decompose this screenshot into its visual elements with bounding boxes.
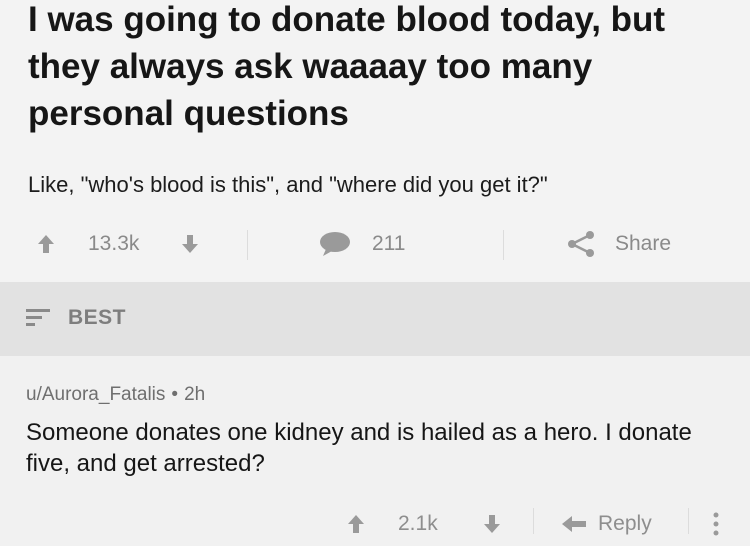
- comment-sort-bar[interactable]: BEST: [0, 282, 750, 356]
- upvote-button[interactable]: [36, 222, 56, 266]
- downvote-arrow-icon: [182, 235, 198, 253]
- post-body: Like, "who's blood is this", and "where …: [28, 172, 548, 197]
- post-score: 13.3k: [88, 232, 140, 255]
- upvote-arrow-icon: [38, 235, 54, 253]
- comment-count: 211: [372, 232, 406, 255]
- comment-item: u/Aurora_Fatalis • 2h Someone donates one …: [0, 356, 750, 536]
- comment-author[interactable]: u/Aurora_Fatalis: [26, 384, 165, 405]
- action-divider: [503, 230, 504, 260]
- post-title[interactable]: I was going to donate blood today, but t…: [28, 0, 728, 137]
- comment-action-bar: 2.1k Reply: [0, 506, 750, 540]
- comment-age: 2h: [184, 384, 206, 405]
- comment-body: Someone donates one kidney and is hailed…: [26, 419, 692, 477]
- reply-button[interactable]: Reply: [560, 502, 652, 546]
- post-action-bar: 13.3k 211 Share: [0, 222, 750, 266]
- meta-separator: •: [171, 384, 179, 405]
- more-vertical-icon: [713, 512, 719, 536]
- post-card: I was going to donate blood today, but t…: [0, 0, 750, 282]
- comment-meta: u/Aurora_Fatalis • 2h: [26, 384, 205, 406]
- action-divider: [688, 508, 689, 534]
- action-divider: [533, 508, 534, 534]
- upvote-arrow-icon: [348, 515, 364, 533]
- downvote-arrow-icon: [484, 515, 500, 533]
- more-options-button[interactable]: [712, 502, 720, 546]
- share-button[interactable]: Share: [565, 222, 671, 266]
- comment-bubble-icon: [320, 232, 350, 256]
- comment-downvote-button[interactable]: [482, 502, 502, 546]
- comment-score: 2.1k: [398, 512, 438, 535]
- downvote-button[interactable]: [180, 222, 200, 266]
- action-divider: [247, 230, 248, 260]
- reply-label: Reply: [598, 512, 652, 535]
- comment-upvote-button[interactable]: [346, 502, 366, 546]
- comments-button[interactable]: 211: [318, 222, 405, 266]
- sort-icon: [26, 309, 50, 326]
- share-icon: [568, 231, 594, 257]
- reply-arrow-icon: [562, 516, 586, 532]
- share-label: Share: [615, 232, 672, 255]
- sort-label[interactable]: BEST: [68, 306, 126, 330]
